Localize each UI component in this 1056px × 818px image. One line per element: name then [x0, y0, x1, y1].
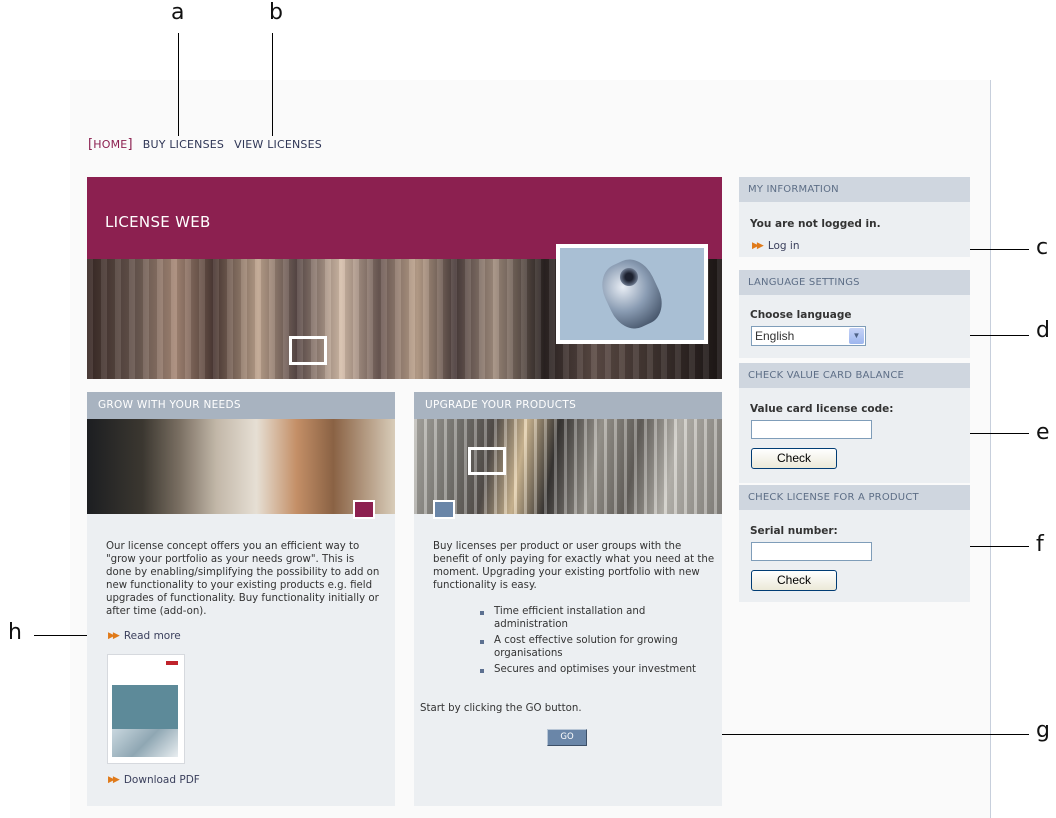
banner-highlight-square — [289, 336, 327, 365]
language-settings-panel: LANGUAGE SETTINGS Choose language Englis… — [739, 270, 970, 358]
banner-title: LICENSE WEB — [105, 213, 211, 231]
home-bracket-close: ] — [127, 137, 133, 152]
chevron-down-icon[interactable]: ▼ — [849, 328, 864, 344]
my-information-panel: MY INFORMATION You are not logged in. ▶▶… — [739, 177, 970, 257]
banner-product-image — [556, 244, 708, 344]
upgrade-description: Buy licenses per product or user groups … — [433, 541, 715, 591]
callout-a: a — [171, 0, 185, 25]
language-select[interactable]: English ▼ — [751, 326, 866, 346]
benefit-item: Time efficient installation and administ… — [480, 606, 710, 631]
value-card-code-input[interactable] — [751, 420, 872, 439]
grow-panel-title: GROW WITH YOUR NEEDS — [87, 392, 395, 419]
top-nav: [HOME] BUY LICENSES VIEW LICENSES — [88, 137, 322, 152]
callout-f: f — [1036, 532, 1044, 557]
log-in-link[interactable]: ▶▶ Log in — [752, 240, 800, 252]
callout-b: b — [269, 0, 283, 25]
double-arrow-icon: ▶▶ — [108, 631, 120, 641]
download-pdf-label: Download PDF — [123, 774, 200, 786]
language-selected-value: English — [755, 329, 795, 343]
home-link[interactable]: HOME — [93, 138, 127, 151]
serial-check-button[interactable]: Check — [751, 570, 837, 591]
upgrade-panel-title: UPGRADE YOUR PRODUCTS — [414, 392, 722, 419]
read-more-link[interactable]: ▶▶ Read more — [108, 630, 181, 642]
callout-h: h — [8, 620, 22, 645]
callout-d: d — [1036, 318, 1050, 343]
read-more-label: Read more — [123, 630, 181, 642]
grow-description: Our license concept offers you an effici… — [106, 541, 380, 617]
callout-e: e — [1036, 420, 1050, 445]
download-pdf-link[interactable]: ▶▶ Download PDF — [108, 774, 200, 786]
check-license-title: CHECK LICENSE FOR A PRODUCT — [739, 485, 970, 510]
choose-language-label: Choose language — [750, 309, 852, 321]
upgrade-benefits-list: Time efficient installation and administ… — [480, 606, 710, 681]
log-in-label: Log in — [767, 240, 800, 252]
benefit-item: A cost effective solution for growing or… — [480, 635, 710, 660]
camera-device-image — [594, 252, 670, 336]
double-arrow-icon: ▶▶ — [752, 241, 764, 251]
my-information-title: MY INFORMATION — [739, 177, 970, 202]
upgrade-highlight-square — [468, 447, 506, 475]
value-card-title: CHECK VALUE CARD BALANCE — [739, 363, 970, 388]
pdf-cover-photo — [112, 729, 178, 757]
language-settings-title: LANGUAGE SETTINGS — [739, 270, 970, 295]
value-card-check-button[interactable]: Check — [751, 448, 837, 469]
camera-lens — [620, 268, 638, 286]
value-card-code-label: Value card license code: — [750, 403, 894, 415]
check-license-panel: CHECK LICENSE FOR A PRODUCT Serial numbe… — [739, 485, 970, 602]
pdf-logo-mark — [166, 661, 178, 665]
callout-c: c — [1036, 235, 1049, 260]
right-divider — [990, 80, 991, 818]
go-button[interactable]: GO — [547, 729, 587, 746]
grow-panel: GROW WITH YOUR NEEDS Our license concept… — [87, 392, 395, 806]
value-card-panel: CHECK VALUE CARD BALANCE Value card lice… — [739, 363, 970, 483]
serial-number-label: Serial number: — [750, 525, 838, 537]
buy-licenses-link[interactable]: BUY LICENSES — [143, 138, 224, 151]
serial-number-input[interactable] — [751, 542, 872, 561]
callout-g: g — [1036, 718, 1050, 743]
grow-accent-square — [353, 500, 375, 519]
upgrade-accent-square — [433, 500, 455, 519]
home-nav-item[interactable]: [HOME] — [88, 137, 133, 152]
double-arrow-icon: ▶▶ — [108, 775, 120, 785]
upgrade-photo — [414, 419, 722, 514]
pdf-cover-band — [112, 685, 178, 729]
benefit-item: Secures and optimises your investment — [480, 664, 710, 677]
callout-a-line — [178, 33, 179, 136]
callout-b-line — [272, 33, 273, 136]
view-licenses-link[interactable]: VIEW LICENSES — [234, 138, 322, 151]
grow-photo — [87, 419, 395, 514]
pdf-thumbnail[interactable] — [107, 654, 185, 764]
start-instruction: Start by clicking the GO button. — [420, 703, 582, 714]
login-status-text: You are not logged in. — [750, 218, 881, 230]
